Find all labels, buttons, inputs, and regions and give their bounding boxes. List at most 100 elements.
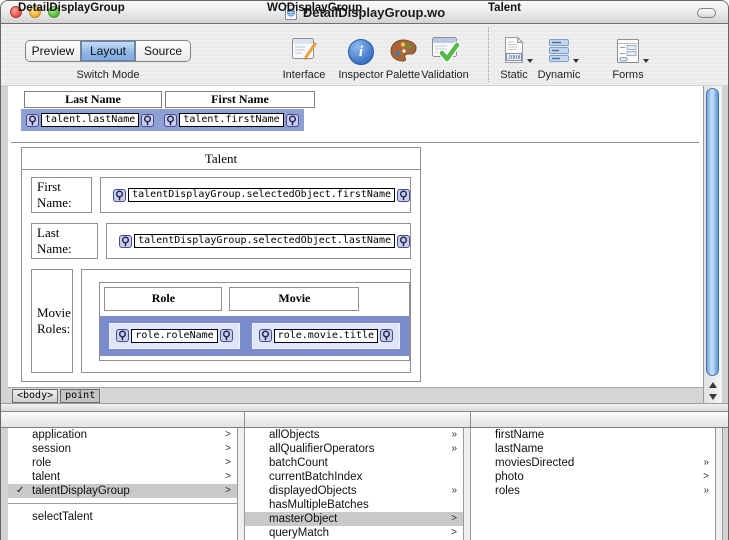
element-path-bar: <body> point bbox=[8, 387, 703, 403]
browser-item-selected[interactable]: ✓ talentDisplayGroup > bbox=[8, 484, 237, 498]
selected-repetition-row[interactable]: talent.lastName talent.firstName bbox=[21, 109, 304, 131]
double-chevron-icon: » bbox=[703, 457, 708, 468]
wostring-close-icon[interactable] bbox=[380, 329, 393, 342]
browser-item[interactable]: photo > bbox=[471, 470, 715, 484]
forms-label: Forms bbox=[612, 69, 644, 81]
scrollbar-thumb[interactable] bbox=[706, 88, 719, 376]
wostring-close-icon[interactable] bbox=[219, 329, 233, 342]
dynamic-insert-button[interactable]: Dynamic bbox=[521, 29, 597, 81]
binding-cell[interactable]: role.roleName bbox=[109, 322, 240, 349]
chevron-right-icon: > bbox=[451, 513, 457, 524]
browser-item[interactable]: hasMultipleBatches bbox=[245, 498, 463, 512]
wostring-close-icon[interactable] bbox=[285, 113, 299, 127]
scroll-down-button[interactable] bbox=[704, 391, 722, 403]
dynamic-label: Dynamic bbox=[537, 69, 581, 81]
horizontal-rule[interactable] bbox=[11, 142, 699, 146]
toolbar-toggle-button[interactable] bbox=[697, 8, 716, 18]
browser-column-title: WODisplayGroup bbox=[267, 2, 363, 14]
browser-item[interactable]: batchCount bbox=[245, 456, 463, 470]
interface-label: Interface bbox=[282, 69, 326, 81]
column-header-cell[interactable]: First Name bbox=[165, 91, 315, 108]
wostring-open-icon[interactable] bbox=[164, 113, 178, 127]
column-header-cell[interactable]: Last Name bbox=[24, 91, 162, 108]
field-value-cell[interactable]: talentDisplayGroup.selectedObject.lastNa… bbox=[106, 223, 411, 259]
binding-cell[interactable]: talentDisplayGroup.selectedObject.firstN… bbox=[113, 188, 410, 202]
binding-cell[interactable]: role.movie.title bbox=[251, 322, 400, 349]
browser-item[interactable]: displayedObjects» bbox=[245, 484, 463, 498]
scroll-up-button[interactable] bbox=[704, 379, 722, 391]
wostring-close-icon[interactable] bbox=[397, 188, 410, 202]
column-divider bbox=[244, 412, 245, 428]
segment-layout[interactable]: Layout bbox=[81, 41, 136, 61]
browser-action-item[interactable]: selectTalent bbox=[8, 510, 237, 524]
browser-item[interactable]: application > bbox=[8, 428, 237, 442]
wostring-open-icon[interactable] bbox=[26, 113, 39, 127]
browser-item[interactable]: session > bbox=[8, 442, 237, 456]
column-scrollbar-track[interactable] bbox=[237, 428, 245, 540]
layout-canvas[interactable]: Last Name First Name talent.lastName tal… bbox=[8, 86, 703, 387]
field-label-cell[interactable]: Movie Roles: bbox=[31, 269, 74, 373]
browser-item[interactable]: firstName bbox=[471, 428, 715, 442]
binding-value[interactable]: talent.lastName bbox=[41, 113, 140, 127]
browser-item[interactable]: moviesDirected» bbox=[471, 456, 715, 470]
browser-item[interactable]: lastName bbox=[471, 442, 715, 456]
double-chevron-icon: » bbox=[451, 443, 456, 454]
vertical-scrollbar[interactable] bbox=[703, 86, 722, 403]
detail-table-caption[interactable]: Talent bbox=[22, 148, 420, 170]
svg-text:.html: .html bbox=[507, 55, 520, 61]
browser-item[interactable]: currentBatchIndex bbox=[245, 470, 463, 484]
nested-repetition-table[interactable]: Role Movie role.roleName role.movie.titl… bbox=[99, 281, 410, 361]
column-header-cell[interactable]: Role bbox=[104, 286, 223, 311]
double-chevron-icon: » bbox=[703, 485, 708, 496]
wostring-open-icon[interactable] bbox=[258, 329, 272, 342]
wostring-close-icon[interactable] bbox=[397, 234, 410, 248]
wostring-open-icon[interactable] bbox=[119, 234, 133, 248]
column-scrollbar-track[interactable] bbox=[463, 428, 471, 540]
selected-repetition-row[interactable]: role.roleName role.movie.title bbox=[100, 315, 409, 356]
field-value-cell[interactable]: Role Movie role.roleName role.movie.titl… bbox=[81, 269, 411, 373]
interface-icon bbox=[289, 29, 319, 65]
double-chevron-icon: » bbox=[451, 429, 456, 440]
detail-row: Last Name: talentDisplayGroup.selectedOb… bbox=[31, 223, 411, 259]
inspector-glyph: i bbox=[358, 43, 364, 60]
browser-item[interactable]: allQualifierOperators» bbox=[245, 442, 463, 456]
segment-preview[interactable]: Preview bbox=[26, 41, 81, 61]
binding-value[interactable]: talentDisplayGroup.selectedObject.lastNa… bbox=[134, 234, 395, 248]
browser-column-wodisplaygroup[interactable]: allObjects» allQualifierOperators» batch… bbox=[245, 428, 463, 540]
binding-value[interactable]: role.movie.title bbox=[273, 328, 378, 343]
browser-item[interactable]: roles» bbox=[471, 484, 715, 498]
column-scrollbar-track[interactable] bbox=[715, 428, 723, 540]
binding-cell[interactable]: talent.firstName bbox=[164, 113, 299, 127]
binding-cell[interactable]: talent.lastName bbox=[26, 113, 155, 127]
repetition-table[interactable]: Last Name First Name talent.lastName tal… bbox=[21, 91, 315, 131]
wostring-open-icon[interactable] bbox=[116, 329, 130, 342]
browser-column-keys[interactable]: application > session > role > talent > ✓ tal… bbox=[8, 428, 237, 540]
wostring-close-icon[interactable] bbox=[141, 113, 155, 127]
wostring-open-icon[interactable] bbox=[113, 188, 127, 202]
path-tag-point[interactable]: point bbox=[60, 388, 101, 403]
browser-item[interactable]: queryMatch > bbox=[245, 526, 463, 540]
forms-insert-button[interactable]: Forms bbox=[590, 29, 666, 81]
field-label-cell[interactable]: Last Name: bbox=[31, 223, 99, 259]
segment-source[interactable]: Source bbox=[136, 41, 190, 61]
field-value-cell[interactable]: talentDisplayGroup.selectedObject.firstN… bbox=[100, 177, 411, 213]
field-label-cell[interactable]: First Name: bbox=[31, 177, 93, 213]
keys-actions-separator bbox=[8, 503, 237, 504]
binding-value[interactable]: role.roleName bbox=[131, 328, 218, 343]
switch-mode-label: Switch Mode bbox=[76, 69, 140, 81]
browser-item[interactable]: talent > bbox=[8, 470, 237, 484]
browser-item[interactable]: role > bbox=[8, 456, 237, 470]
bound-checkmark-icon: ✓ bbox=[16, 485, 25, 496]
column-header-cell[interactable]: Movie bbox=[229, 286, 360, 311]
browser-column-talent[interactable]: firstName lastName moviesDirected» photo… bbox=[471, 428, 715, 540]
browser-item[interactable]: allObjects» bbox=[245, 428, 463, 442]
validation-button[interactable]: Validation bbox=[407, 29, 483, 81]
binding-cell[interactable]: talentDisplayGroup.selectedObject.lastNa… bbox=[119, 234, 410, 248]
detail-table[interactable]: Talent First Name: talentDisplayGroup.se… bbox=[21, 147, 421, 382]
binding-value[interactable]: talentDisplayGroup.selectedObject.firstN… bbox=[128, 188, 395, 202]
binding-value[interactable]: talent.firstName bbox=[179, 113, 284, 127]
split-divider[interactable] bbox=[1, 403, 728, 418]
browser-item-selected[interactable]: masterObject > bbox=[245, 512, 463, 526]
validation-label: Validation bbox=[421, 69, 469, 81]
path-tag-body[interactable]: <body> bbox=[12, 388, 59, 403]
